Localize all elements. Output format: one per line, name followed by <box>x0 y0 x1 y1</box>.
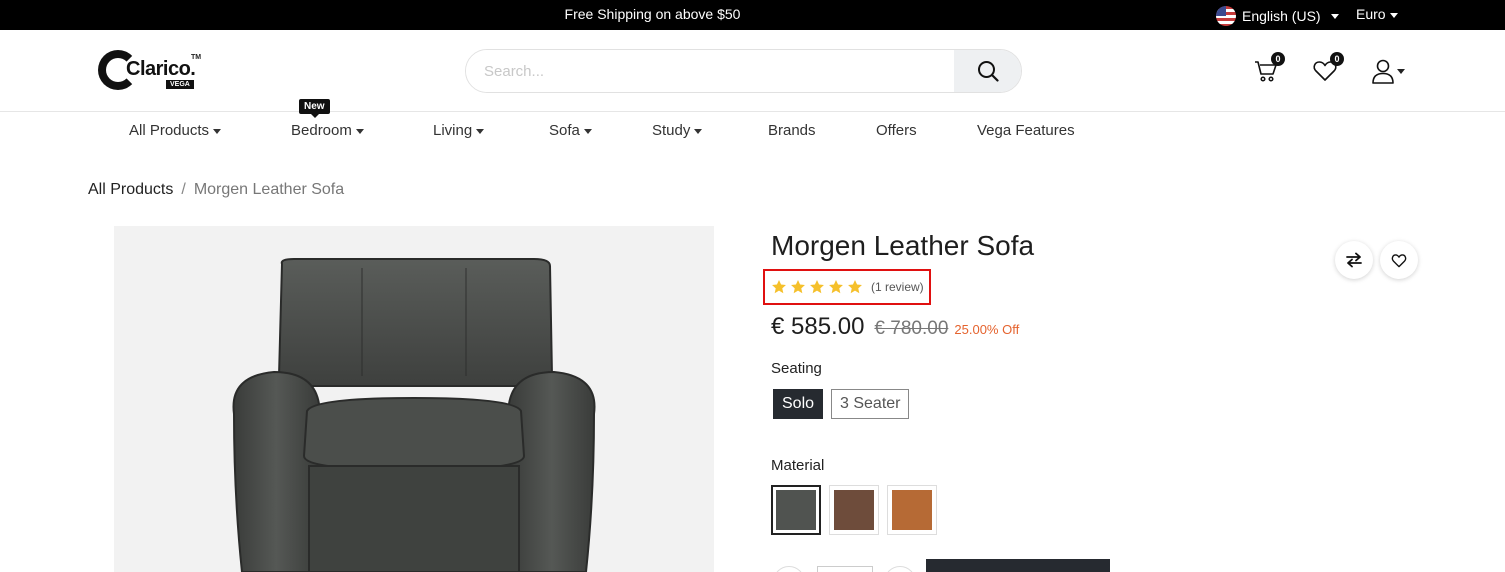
nav-item-living[interactable]: Living <box>433 122 485 139</box>
add-to-cart-button[interactable] <box>926 559 1110 572</box>
star-icon <box>772 280 786 294</box>
star-rating <box>771 279 863 295</box>
heart-icon <box>1391 253 1407 267</box>
new-badge: New <box>299 99 330 118</box>
nav-item-sofa[interactable]: Sofa <box>549 122 592 139</box>
breadcrumb: All Products / Morgen Leather Sofa <box>88 181 344 199</box>
material-swatch-grey[interactable] <box>771 485 821 535</box>
nav-label: Bedroom <box>291 122 352 139</box>
chevron-down-icon <box>213 128 222 134</box>
nav-label: Study <box>652 122 691 139</box>
chevron-down-icon <box>694 128 703 134</box>
cart-button[interactable]: 0 <box>1251 52 1285 86</box>
current-price: € 585.00 <box>771 313 865 340</box>
search-input[interactable] <box>466 50 956 92</box>
swatch-fill <box>834 490 874 530</box>
breadcrumb-current: Morgen Leather Sofa <box>193 181 345 198</box>
chevron-down-icon <box>1397 68 1405 74</box>
nav-label: Living <box>433 122 473 139</box>
clarico-logo[interactable]: Clarico. TM VEGA <box>98 48 202 94</box>
nav-item-brands[interactable]: Brands <box>768 122 816 139</box>
user-icon <box>1372 59 1394 84</box>
material-label: Material <box>771 457 825 474</box>
chevron-down-icon <box>476 128 485 134</box>
star-icon <box>791 280 805 294</box>
discount-label: 25.00% Off <box>954 322 1020 337</box>
breadcrumb-separator: / <box>181 181 186 198</box>
quantity-input[interactable] <box>817 566 873 572</box>
compare-arrows-icon <box>1346 252 1362 268</box>
account-menu[interactable] <box>1368 56 1408 86</box>
search-bar <box>465 49 1022 93</box>
language-label: English (US) <box>1242 8 1321 24</box>
rating-summary[interactable]: (1 review) <box>763 269 931 305</box>
cart-count-badge: 0 <box>1271 52 1285 66</box>
wishlist-count-badge: 0 <box>1330 52 1344 66</box>
quantity-decrease-button[interactable] <box>773 566 805 572</box>
quantity-increase-button[interactable] <box>884 566 916 572</box>
seating-option-3-seater[interactable]: 3 Seater <box>831 389 910 419</box>
breadcrumb-link-all-products[interactable]: All Products <box>88 181 173 198</box>
nav-item-bedroom[interactable]: Bedroom <box>291 122 364 139</box>
top-announcement-bar: Free Shipping on above $50 English (US) … <box>0 0 1505 30</box>
product-image[interactable] <box>114 226 714 572</box>
chevron-down-icon <box>1330 13 1339 19</box>
nav-label: All Products <box>129 122 210 139</box>
swatch-fill <box>776 490 816 530</box>
nav-item-offers[interactable]: Offers <box>876 122 917 139</box>
material-swatch-tan[interactable] <box>887 485 937 535</box>
language-selector[interactable]: English (US) <box>1216 6 1339 26</box>
compare-button[interactable] <box>1335 241 1373 279</box>
star-icon <box>848 280 862 294</box>
us-flag-icon <box>1216 6 1236 26</box>
product-title: Morgen Leather Sofa <box>771 230 1035 261</box>
original-price: € 780.00 <box>874 318 949 339</box>
search-icon <box>977 61 999 82</box>
chevron-down-icon <box>1389 12 1398 18</box>
logo-vega-tag: VEGA <box>166 80 194 89</box>
star-icon <box>829 280 843 294</box>
free-shipping-text: Free Shipping on above $50 <box>564 6 741 22</box>
logo-wordmark: Clarico. <box>126 58 196 80</box>
currency-selector[interactable]: Euro <box>1356 6 1398 22</box>
add-to-wishlist-button[interactable] <box>1380 241 1418 279</box>
wishlist-button[interactable]: 0 <box>1310 52 1344 86</box>
material-swatch-brown[interactable] <box>829 485 879 535</box>
seating-label: Seating <box>771 360 822 377</box>
currency-label: Euro <box>1356 6 1386 22</box>
armchair-illustration <box>232 258 596 572</box>
chevron-down-icon <box>583 128 592 134</box>
price-block: € 585.00 € 780.00 25.00% Off <box>771 313 1019 341</box>
main-navigation: All Products Bedroom Living Sofa Study B… <box>0 113 1505 153</box>
star-icon <box>810 280 824 294</box>
swatch-fill <box>892 490 932 530</box>
nav-item-vega-features[interactable]: Vega Features <box>977 122 1075 139</box>
site-header: Clarico. TM VEGA 0 0 <box>0 30 1505 112</box>
nav-item-study[interactable]: Study <box>652 122 703 139</box>
nav-item-all-products[interactable]: All Products <box>129 122 222 139</box>
search-button[interactable] <box>954 50 1021 92</box>
logo-trademark: TM <box>191 54 202 61</box>
review-count[interactable]: (1 review) <box>871 280 924 294</box>
seating-option-solo[interactable]: Solo <box>773 389 824 419</box>
chevron-down-icon <box>355 128 364 134</box>
nav-label: Sofa <box>549 122 580 139</box>
